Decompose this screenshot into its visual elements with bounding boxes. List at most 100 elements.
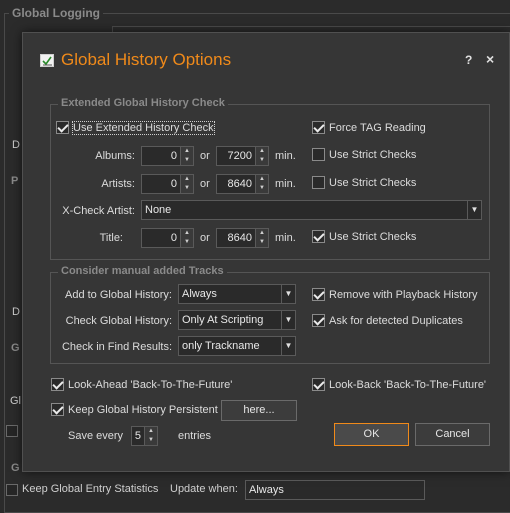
look-ahead-checkbox[interactable]: Look-Ahead 'Back-To-The-Future' <box>51 378 232 391</box>
remove-playback-box[interactable] <box>312 288 325 301</box>
arrow-down-icon[interactable]: ▼ <box>145 436 157 445</box>
bg-checkbox[interactable] <box>6 425 18 437</box>
albums-from-stepper[interactable]: 0 ▲ ▼ <box>141 146 194 166</box>
artists-strict-box[interactable] <box>312 176 325 189</box>
look-back-label: Look-Back 'Back-To-The-Future' <box>329 378 487 391</box>
title-to-stepper[interactable]: 8640 ▲ ▼ <box>216 228 269 248</box>
arrow-down-icon[interactable]: ▼ <box>181 238 193 247</box>
arrow-up-icon[interactable]: ▲ <box>256 175 268 184</box>
albums-to-stepper[interactable]: 7200 ▲ ▼ <box>216 146 269 166</box>
albums-strict-box[interactable] <box>312 148 325 161</box>
title-to-value[interactable]: 8640 <box>216 228 256 248</box>
extended-history-group-title: Extended Global History Check <box>58 97 228 109</box>
save-every-arrows[interactable]: ▲ ▼ <box>145 426 158 446</box>
bg-p-label: P <box>11 175 19 187</box>
chevron-down-icon[interactable]: ▼ <box>281 311 295 329</box>
check-history-value: Only At Scripting <box>182 314 264 326</box>
artists-strict-checkbox[interactable]: Use Strict Checks <box>312 176 416 189</box>
add-to-history-combo[interactable]: Always ▼ <box>178 284 296 304</box>
add-to-history-label: Add to Global History: <box>65 289 172 301</box>
arrow-down-icon[interactable]: ▼ <box>256 156 268 165</box>
chevron-down-icon[interactable]: ▼ <box>281 337 295 355</box>
chevron-down-icon[interactable]: ▼ <box>281 285 295 303</box>
arrow-up-icon[interactable]: ▲ <box>145 427 157 436</box>
arrow-up-icon[interactable]: ▲ <box>181 175 193 184</box>
albums-to-arrows[interactable]: ▲ ▼ <box>256 146 269 166</box>
remove-playback-checkbox[interactable]: Remove with Playback History <box>312 288 478 301</box>
arrow-down-icon[interactable]: ▼ <box>181 156 193 165</box>
look-back-box[interactable] <box>312 378 325 391</box>
ask-duplicates-box[interactable] <box>312 314 325 327</box>
arrow-up-icon[interactable]: ▲ <box>256 229 268 238</box>
add-to-history-value: Always <box>182 288 217 300</box>
force-tag-reading-box[interactable] <box>312 121 325 134</box>
title-from-stepper[interactable]: 0 ▲ ▼ <box>141 228 194 248</box>
here-button[interactable]: here... <box>221 400 297 421</box>
artists-from-arrows[interactable]: ▲ ▼ <box>181 174 194 194</box>
title-from-arrows[interactable]: ▲ ▼ <box>181 228 194 248</box>
artists-strict-label: Use Strict Checks <box>329 176 417 189</box>
title-strict-box[interactable] <box>312 230 325 243</box>
close-icon[interactable]: × <box>486 51 494 67</box>
use-extended-history-checkbox[interactable]: Use Extended History Check <box>56 120 215 135</box>
ask-duplicates-label: Ask for detected Duplicates <box>329 314 463 327</box>
arrow-down-icon[interactable]: ▼ <box>181 184 193 193</box>
arrow-up-icon[interactable]: ▲ <box>256 147 268 156</box>
artists-or-label: or <box>200 178 210 190</box>
look-ahead-box[interactable] <box>51 378 64 391</box>
keep-persistent-checkbox[interactable]: Keep Global History Persistent <box>51 403 218 416</box>
artists-to-arrows[interactable]: ▲ ▼ <box>256 174 269 194</box>
albums-from-arrows[interactable]: ▲ ▼ <box>181 146 194 166</box>
bg-d-label-1: D <box>12 139 20 151</box>
use-extended-history-box[interactable] <box>56 121 69 134</box>
checklist-icon <box>40 54 54 67</box>
albums-or-label: or <box>200 150 210 162</box>
look-ahead-label: Look-Ahead 'Back-To-The-Future' <box>68 378 233 391</box>
title-label: Title: <box>99 232 123 244</box>
title-strict-checkbox[interactable]: Use Strict Checks <box>312 230 416 243</box>
force-tag-reading-checkbox[interactable]: Force TAG Reading <box>312 121 426 134</box>
help-icon[interactable]: ? <box>465 53 472 67</box>
bg-gl-label: Gl <box>10 395 21 407</box>
bg-update-when-label: Update when: <box>170 483 238 495</box>
keep-persistent-box[interactable] <box>51 403 64 416</box>
check-history-combo[interactable]: Only At Scripting ▼ <box>178 310 296 330</box>
title-from-value[interactable]: 0 <box>141 228 181 248</box>
artists-min-label: min. <box>275 178 296 190</box>
cancel-button[interactable]: Cancel <box>415 423 490 446</box>
bg-keep-stats-label: Keep Global Entry Statistics <box>22 483 159 495</box>
albums-strict-label: Use Strict Checks <box>329 148 417 161</box>
bg-update-when-combo[interactable]: Always <box>245 480 425 500</box>
arrow-down-icon[interactable]: ▼ <box>256 238 268 247</box>
albums-to-value[interactable]: 7200 <box>216 146 256 166</box>
bg-keep-stats-checkbox[interactable] <box>6 484 18 496</box>
chevron-down-icon[interactable]: ▼ <box>467 201 481 219</box>
artists-label: Artists: <box>101 178 135 190</box>
artists-from-stepper[interactable]: 0 ▲ ▼ <box>141 174 194 194</box>
keep-persistent-label: Keep Global History Persistent <box>68 403 218 416</box>
arrow-up-icon[interactable]: ▲ <box>181 229 193 238</box>
save-every-stepper[interactable]: 5 ▲ ▼ <box>131 426 158 446</box>
look-back-checkbox[interactable]: Look-Back 'Back-To-The-Future' <box>312 378 486 391</box>
title-strict-label: Use Strict Checks <box>329 230 417 243</box>
artists-to-value[interactable]: 8640 <box>216 174 256 194</box>
xcheck-artist-combo[interactable]: None ▼ <box>141 200 482 220</box>
find-results-value: only Trackname <box>182 340 260 352</box>
save-every-value[interactable]: 5 <box>131 426 145 446</box>
find-results-combo[interactable]: only Trackname ▼ <box>178 336 296 356</box>
bg-g-label-1: G <box>11 342 20 354</box>
arrow-down-icon[interactable]: ▼ <box>256 184 268 193</box>
artists-to-stepper[interactable]: 8640 ▲ ▼ <box>216 174 269 194</box>
albums-label: Albums: <box>95 150 135 162</box>
bg-g-label-2: G <box>11 462 20 474</box>
title-min-label: min. <box>275 232 296 244</box>
albums-from-value[interactable]: 0 <box>141 146 181 166</box>
artists-from-value[interactable]: 0 <box>141 174 181 194</box>
ask-duplicates-checkbox[interactable]: Ask for detected Duplicates <box>312 314 463 327</box>
title-to-arrows[interactable]: ▲ ▼ <box>256 228 269 248</box>
albums-strict-checkbox[interactable]: Use Strict Checks <box>312 148 416 161</box>
find-results-label: Check in Find Results: <box>61 341 172 353</box>
use-extended-history-label: Use Extended History Check <box>72 120 215 135</box>
ok-button[interactable]: OK <box>334 423 409 446</box>
arrow-up-icon[interactable]: ▲ <box>181 147 193 156</box>
